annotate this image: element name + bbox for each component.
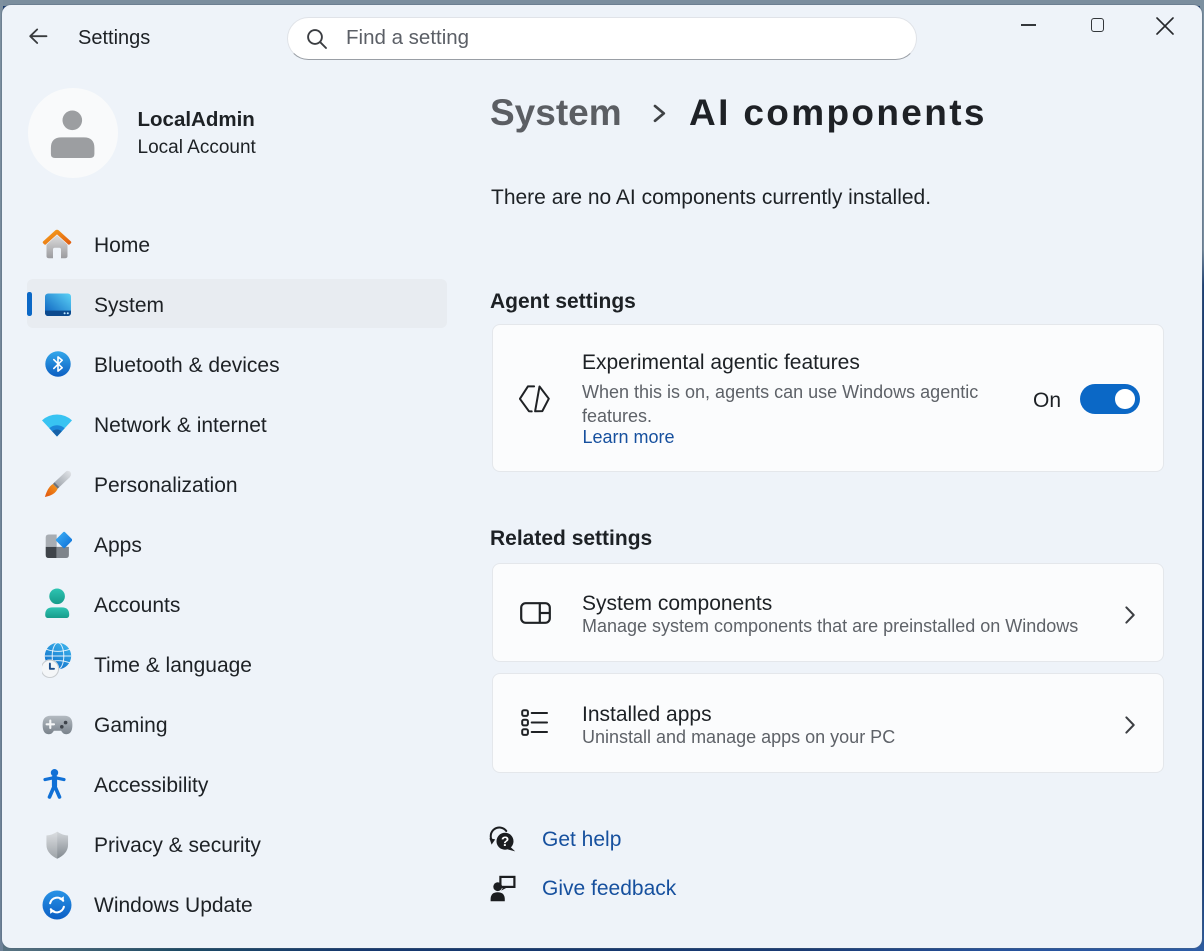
svg-text:?: ? bbox=[501, 834, 509, 849]
